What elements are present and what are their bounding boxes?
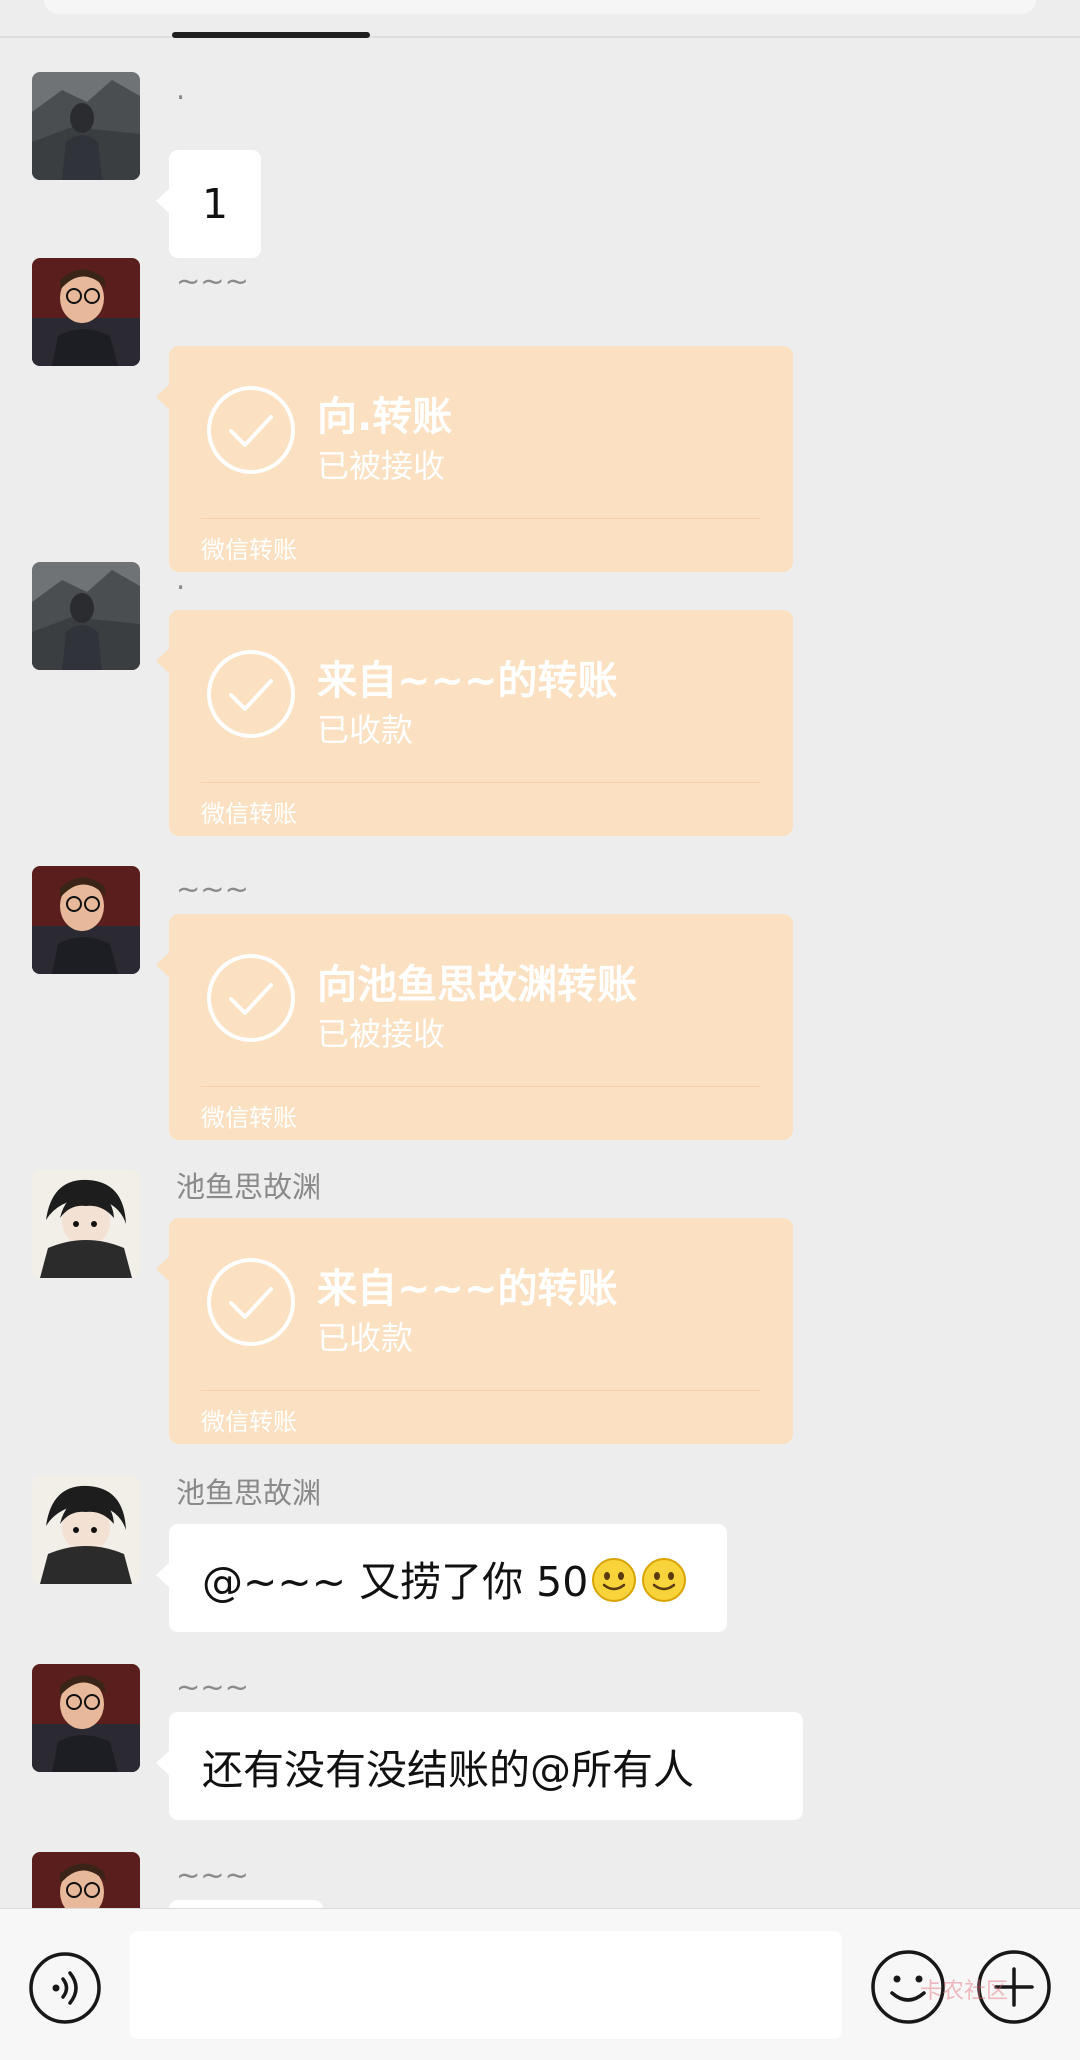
transfer-title: 来自~~~的转账 (317, 1266, 618, 1312)
transfer-footer: 微信转账 (201, 536, 297, 564)
transfer-card[interactable]: 向池鱼思故渊转账 已被接收 微信转账 (156, 914, 793, 1140)
scroll-handle (172, 32, 370, 38)
message-bubble[interactable]: 1 (156, 150, 261, 258)
transfer-card[interactable]: 来自~~~的转账 已收款 微信转账 (156, 610, 793, 836)
check-circle-icon (207, 386, 295, 474)
message-input[interactable] (130, 1931, 842, 2039)
transfer-footer: 微信转账 (201, 1104, 297, 1132)
voice-icon[interactable] (28, 1951, 102, 2025)
search-bar-edge[interactable] (44, 0, 1036, 14)
divider (201, 1390, 761, 1391)
transfer-card[interactable]: 向.转账 已被接收 微信转账 (156, 346, 793, 572)
message-bubble[interactable] (169, 1900, 323, 1908)
transfer-title: 来自~~~的转账 (317, 658, 618, 704)
transfer-status: 已收款 (317, 1319, 414, 1357)
message-text: @~~~ 又捞了你 50 (202, 1558, 589, 1606)
message-text-wrap: @~~~ 又捞了你 50 (202, 1548, 688, 1608)
avatar[interactable] (32, 866, 140, 974)
divider (201, 518, 761, 519)
transfer-footer: 微信转账 (201, 800, 297, 828)
transfer-status: 已被接收 (317, 1015, 446, 1053)
sender-name: 池鱼思故渊 (176, 1170, 322, 1204)
top-bar (0, 0, 1080, 38)
check-circle-icon (207, 1258, 295, 1346)
avatar[interactable] (32, 1170, 140, 1278)
sender-name: 池鱼思故渊 (176, 1476, 322, 1510)
smile-emoji-icon (642, 1558, 687, 1602)
divider (201, 782, 761, 783)
avatar[interactable] (32, 1664, 140, 1772)
avatar[interactable] (32, 72, 140, 180)
smile-emoji-icon (592, 1558, 637, 1602)
divider (201, 1086, 761, 1087)
avatar[interactable] (32, 1476, 140, 1584)
message-bubble[interactable]: 还有没有没结账的@所有人 (156, 1712, 803, 1820)
sender-name: ~~~ (176, 1670, 249, 1704)
check-circle-icon (207, 650, 295, 738)
sender-name: . (176, 72, 186, 106)
message-bubble[interactable]: @~~~ 又捞了你 50 (156, 1524, 727, 1632)
transfer-status: 已收款 (317, 711, 414, 749)
sender-name: ~~~ (176, 264, 249, 298)
sender-name: . (176, 562, 186, 596)
check-circle-icon (207, 954, 295, 1042)
input-bar: 卡农社区 (0, 1908, 1080, 2060)
message-text: 还有没有没结账的@所有人 (202, 1746, 694, 1794)
chat-message-list[interactable]: . 1 ~~~ 向.转账 已被接收 微信转账 . 来自~~~的转账 已收款 微信… (0, 40, 1080, 1908)
transfer-card[interactable]: 来自~~~的转账 已收款 微信转账 (156, 1218, 793, 1444)
sender-name: ~~~ (176, 1858, 249, 1892)
avatar[interactable] (32, 258, 140, 366)
transfer-footer: 微信转账 (201, 1408, 297, 1436)
watermark: 卡农社区 (920, 1979, 1009, 2004)
transfer-title: 向池鱼思故渊转账 (317, 962, 637, 1008)
transfer-title: 向.转账 (317, 394, 453, 440)
sender-name: ~~~ (176, 872, 249, 906)
transfer-status: 已被接收 (317, 447, 446, 485)
avatar[interactable] (32, 1852, 140, 1908)
avatar[interactable] (32, 562, 140, 670)
message-text: 1 (202, 180, 229, 228)
